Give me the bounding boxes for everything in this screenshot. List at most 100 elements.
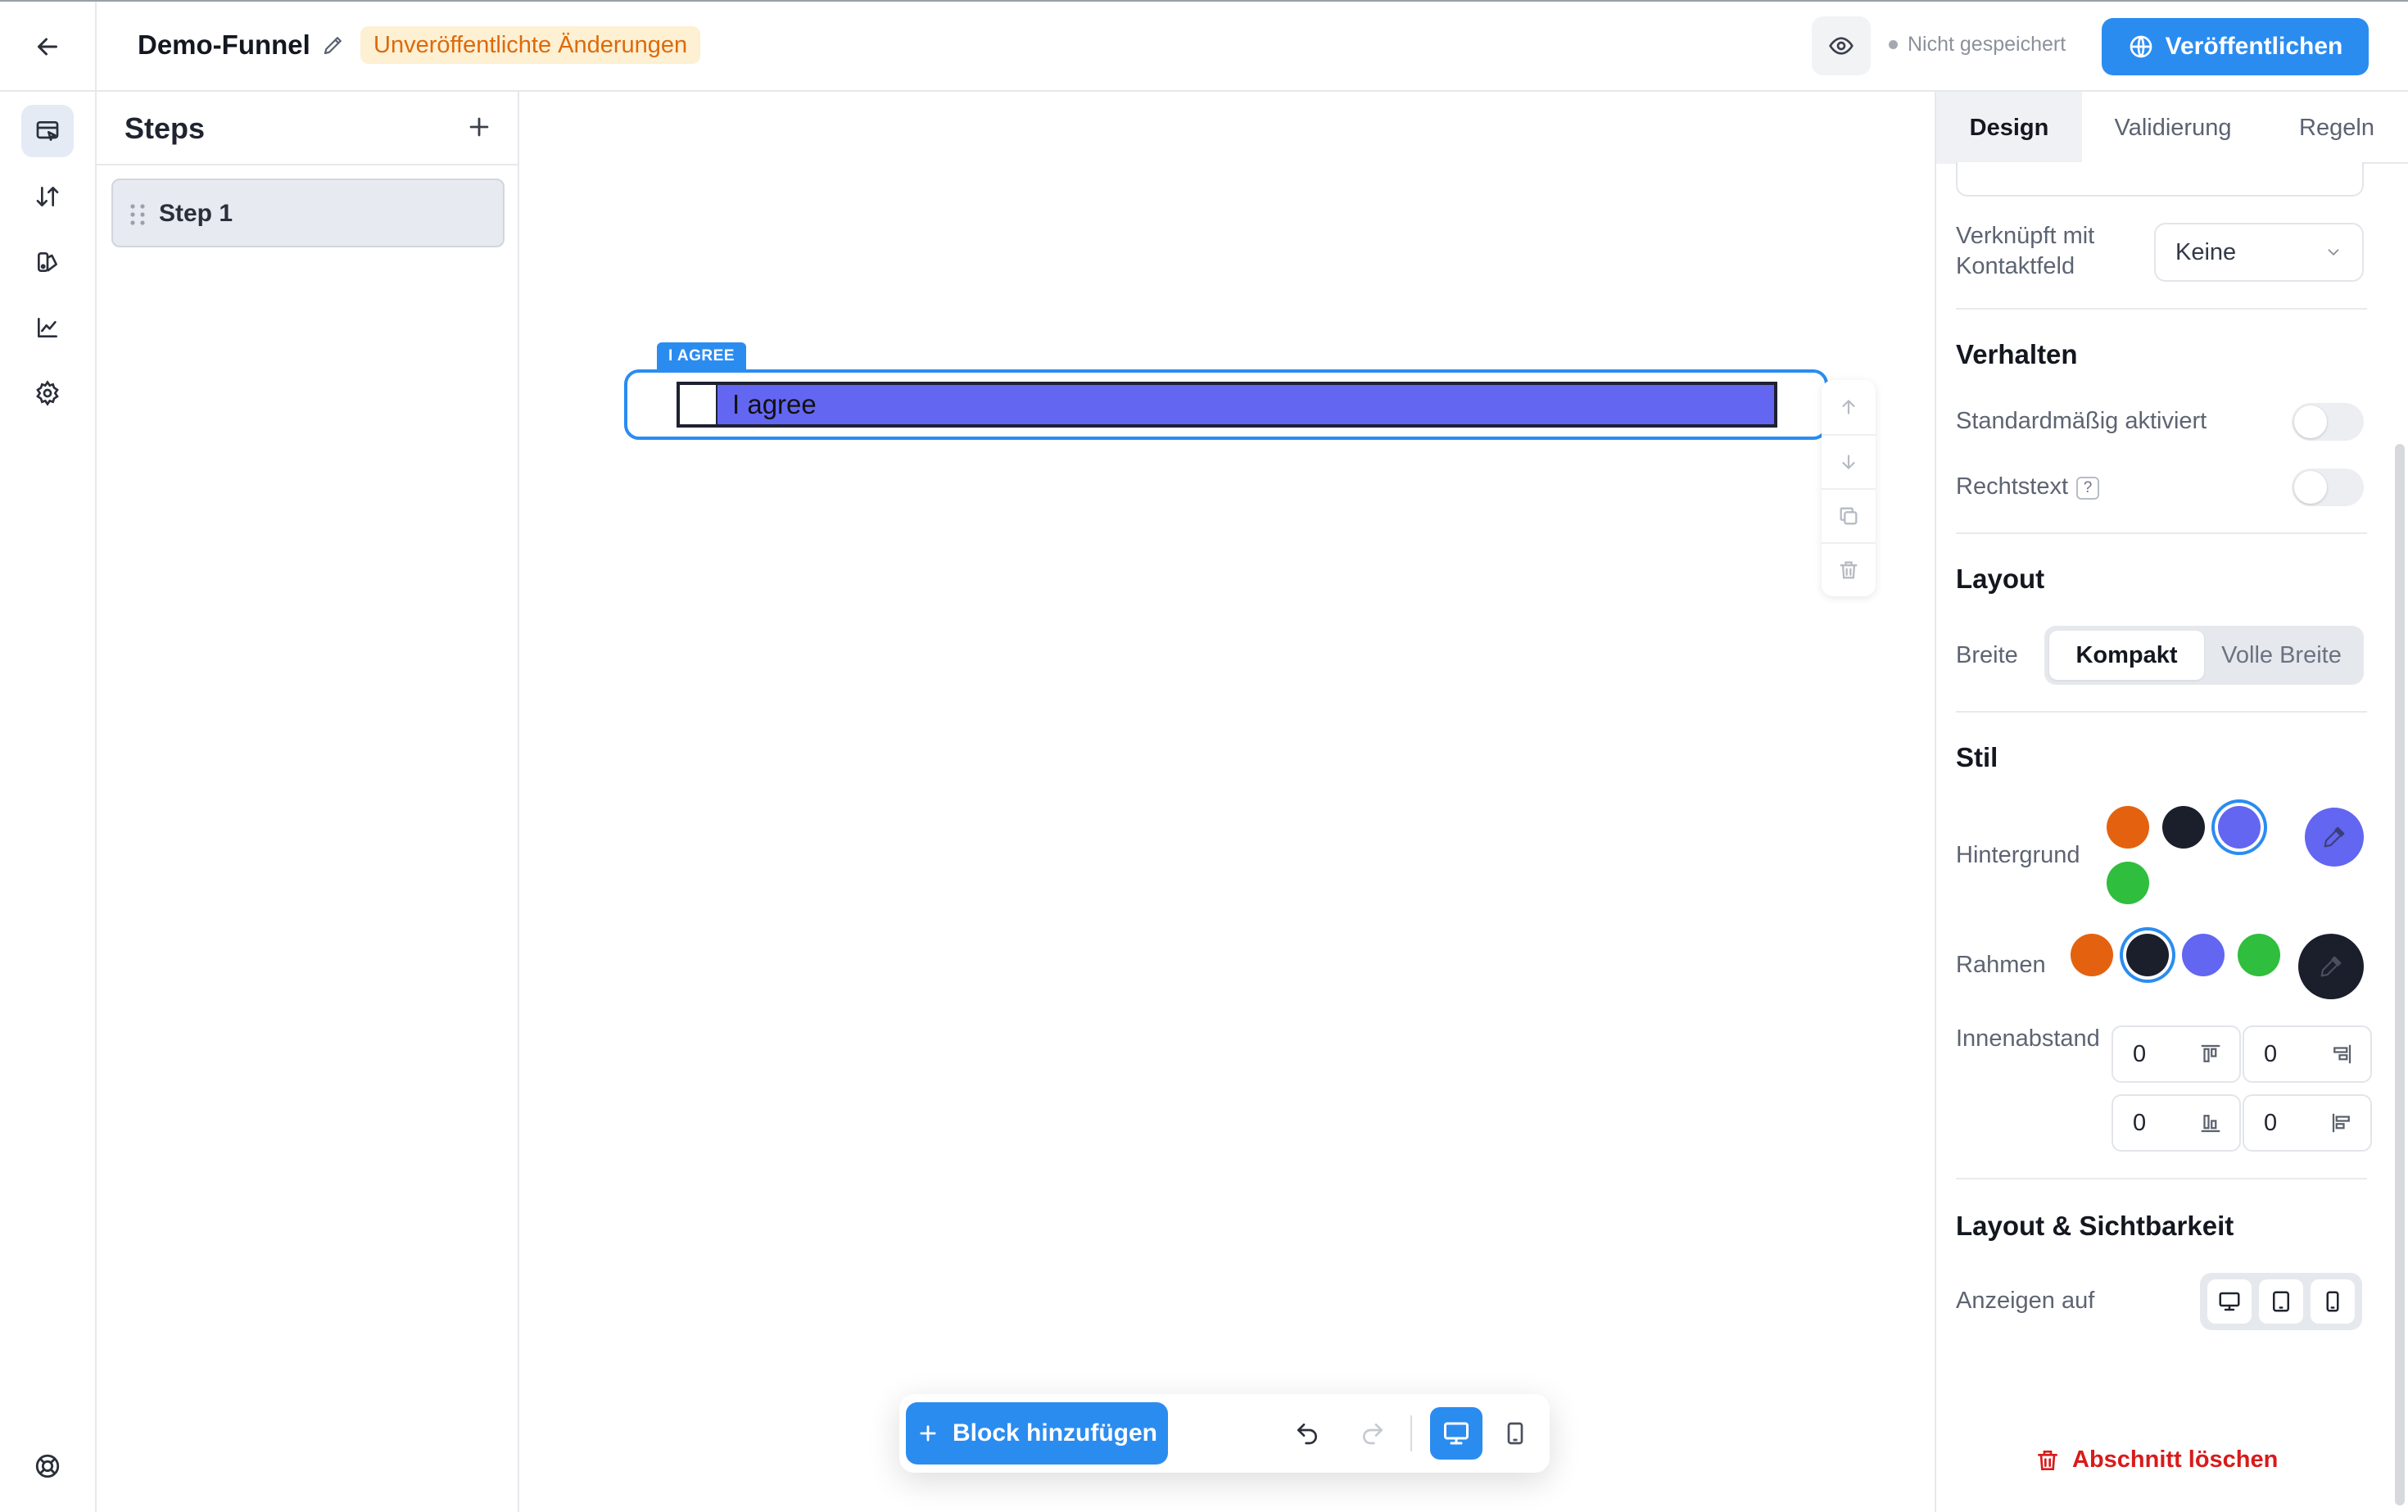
undo-button[interactable] [1288, 1414, 1327, 1453]
padding-right-input[interactable]: 0 [2243, 1025, 2372, 1083]
arrow-up-icon [1842, 400, 1855, 414]
delete-section-button[interactable]: Abschnitt löschen [2035, 1446, 2278, 1474]
back-button[interactable] [0, 2, 97, 92]
padding-bottom-input[interactable]: 0 [2112, 1094, 2241, 1152]
show-on-tablet[interactable] [2258, 1279, 2303, 1324]
rail-help[interactable] [21, 1440, 74, 1492]
move-down-button[interactable] [1822, 434, 1876, 488]
undo-icon [1297, 1424, 1317, 1445]
gear-icon [36, 380, 59, 406]
tab-design[interactable]: Design [1936, 92, 2082, 164]
partial-input[interactable] [1956, 162, 2364, 197]
border-color-picker[interactable] [2298, 934, 2364, 999]
show-on-devices [2200, 1273, 2362, 1330]
steps-header: Steps [97, 92, 518, 165]
width-compact-option[interactable]: Kompakt [2049, 631, 2204, 680]
status-dot [1889, 40, 1898, 49]
mobile-view-button[interactable] [1492, 1407, 1538, 1460]
legal-text-toggle[interactable] [2292, 469, 2364, 506]
add-step-button[interactable] [465, 113, 493, 145]
rail-settings[interactable] [21, 367, 74, 419]
redo-icon [1363, 1424, 1383, 1445]
help-badge[interactable]: ? [2076, 476, 2099, 500]
toggle-knob [2294, 471, 2327, 504]
bottom-toolbar: Block hinzufügen [899, 1394, 1550, 1473]
border-swatch-orange[interactable] [2071, 934, 2113, 976]
palette-icon [38, 252, 57, 272]
plus-icon [920, 1425, 936, 1442]
rail-analytics[interactable] [21, 301, 74, 354]
legal-text-label: Rechtstext [1956, 473, 2068, 500]
visibility-title: Layout & Sichtbarkeit [1956, 1211, 2234, 1241]
step-label: Step 1 [159, 200, 233, 227]
border-swatch-navy[interactable] [2126, 934, 2169, 976]
unsaved-changes-badge: Unveröffentlichte Änderungen [360, 26, 701, 64]
show-on-mobile[interactable] [2311, 1279, 2356, 1324]
duplicate-button[interactable] [1822, 488, 1876, 542]
linked-field-label: Verknüpft mit Kontaktfeld [1956, 221, 2094, 282]
width-full-option[interactable]: Volle Breite [2204, 631, 2359, 680]
add-block-label: Block hinzufügen [953, 1419, 1157, 1446]
trash-icon [2038, 1450, 2057, 1470]
help-icon [35, 1454, 60, 1478]
linked-field-select[interactable]: Keine [2154, 223, 2364, 282]
default-checked-toggle[interactable] [2292, 403, 2364, 441]
block-tag: I AGREE [657, 342, 746, 370]
linked-field-label-line2: Kontaktfeld [1956, 253, 2075, 279]
padding-left-value: 0 [2264, 1109, 2278, 1136]
steps-panel: Steps Step 1 [97, 92, 519, 1512]
phone-icon [1507, 1422, 1523, 1445]
arrow-down-icon [1842, 455, 1855, 469]
top-header: Demo-Funnel Unveröffentlichte Änderungen… [0, 0, 2408, 92]
preview-button[interactable] [1812, 16, 1871, 75]
checkbox-block[interactable]: I agree [677, 382, 1777, 428]
linked-field-value: Keine [2175, 238, 2237, 265]
padding-left-input[interactable]: 0 [2243, 1094, 2372, 1152]
trash-icon [1840, 561, 1858, 579]
rail-sort[interactable] [21, 170, 74, 223]
show-on-desktop[interactable] [2207, 1279, 2252, 1324]
desktop-view-button[interactable] [1430, 1407, 1482, 1460]
add-block-button[interactable]: Block hinzufügen [906, 1402, 1168, 1464]
phone-icon [2326, 1291, 2339, 1312]
behavior-title: Verhalten [1956, 339, 2078, 369]
delete-section-label: Abschnitt löschen [2072, 1446, 2279, 1473]
divider [1956, 711, 2367, 713]
width-segmented: Kompakt Volle Breite [2044, 626, 2364, 685]
padding-left-icon [2332, 1113, 2350, 1133]
pencil-icon[interactable] [321, 33, 346, 61]
checkbox[interactable] [680, 385, 717, 424]
tab-validation[interactable]: Validierung [2082, 92, 2264, 164]
bg-swatch-indigo[interactable] [2218, 806, 2261, 849]
border-swatch-indigo[interactable] [2182, 934, 2225, 976]
border-label: Rahmen [1956, 952, 2046, 978]
padding-top-input[interactable]: 0 [2112, 1025, 2241, 1083]
publish-button[interactable]: Veröffentlichen [2102, 18, 2369, 75]
bg-swatch-green[interactable] [2107, 862, 2149, 904]
divider [1956, 308, 2367, 310]
legal-text-row: Rechtstext? [1956, 472, 2099, 502]
bg-swatch-orange[interactable] [2107, 806, 2149, 849]
bg-swatch-navy[interactable] [2162, 806, 2205, 849]
border-swatch-green[interactable] [2238, 934, 2280, 976]
steps-title: Steps [124, 111, 206, 145]
tab-rules[interactable]: Regeln [2264, 92, 2408, 164]
toolbar-divider [1410, 1415, 1412, 1451]
padding-bottom-value: 0 [2133, 1109, 2147, 1136]
layout-title: Layout [1956, 564, 2045, 594]
toggle-knob [2294, 405, 2327, 438]
tablet-icon [2272, 1291, 2289, 1312]
step-item[interactable]: Step 1 [111, 179, 505, 247]
rail-design[interactable] [21, 236, 74, 288]
eyedropper-icon [2320, 956, 2342, 977]
rail-editor[interactable] [21, 105, 74, 157]
left-rail [0, 92, 97, 1512]
redo-button[interactable] [1353, 1414, 1392, 1453]
divider [1956, 532, 2367, 534]
save-status-text: Nicht gespeichert [1908, 33, 2066, 56]
scrollbar[interactable] [2395, 444, 2405, 1505]
move-up-button[interactable] [1822, 380, 1876, 434]
delete-block-button[interactable] [1822, 542, 1876, 596]
bg-color-picker[interactable] [2305, 808, 2364, 867]
drag-handle-icon[interactable] [128, 203, 147, 230]
